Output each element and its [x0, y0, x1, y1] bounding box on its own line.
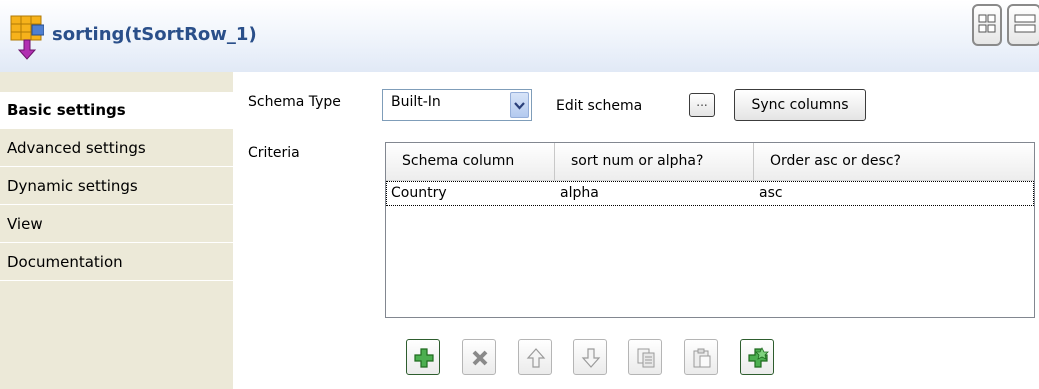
sidebar-item-view[interactable]: View: [0, 206, 233, 243]
vertical-layout-button[interactable]: [1007, 4, 1039, 46]
chevron-down-icon[interactable]: [510, 92, 529, 118]
sidebar-item-dynamic-settings[interactable]: Dynamic settings: [0, 168, 233, 205]
paste-button[interactable]: [684, 339, 718, 375]
add-icon: [414, 348, 434, 368]
settings-sidebar: Basic settings Advanced settings Dynamic…: [0, 72, 233, 389]
schema-type-select[interactable]: Built-In: [382, 89, 532, 121]
move-down-button[interactable]: [573, 339, 607, 375]
delete-row-button[interactable]: [462, 339, 496, 375]
copy-button[interactable]: [628, 339, 662, 375]
grid-layout-icon: [978, 14, 996, 33]
list-layout-icon: [1014, 14, 1036, 33]
delete-icon: [472, 350, 488, 366]
cell-order[interactable]: asc: [755, 182, 1033, 205]
move-down-icon: [581, 348, 601, 368]
table-row[interactable]: Country alpha asc: [386, 181, 1034, 206]
sync-columns-button[interactable]: Sync columns: [734, 89, 866, 121]
schema-type-label: Schema Type: [248, 94, 341, 110]
schema-type-value: Built-In: [391, 94, 441, 110]
sidebar-item-documentation[interactable]: Documentation: [0, 244, 233, 281]
sidebar-item-basic-settings[interactable]: Basic settings: [0, 92, 233, 129]
column-header-sort-type[interactable]: sort num or alpha?: [555, 143, 754, 180]
component-title: sorting(tSortRow_1): [52, 24, 257, 45]
sidebar-item-advanced-settings[interactable]: Advanced settings: [0, 130, 233, 167]
criteria-table[interactable]: Schema column sort num or alpha? Order a…: [385, 142, 1035, 318]
criteria-label: Criteria: [248, 145, 300, 161]
add-all-icon: [748, 347, 769, 368]
paste-icon: [693, 348, 711, 368]
add-all-button[interactable]: [740, 339, 774, 375]
cell-sort-type[interactable]: alpha: [556, 182, 755, 205]
edit-schema-button[interactable]: ...: [689, 93, 715, 117]
component-title-bar: sorting(tSortRow_1): [0, 0, 1039, 72]
cell-schema-column[interactable]: Country: [387, 182, 556, 205]
add-row-button[interactable]: [406, 339, 440, 375]
move-up-icon: [526, 348, 546, 368]
column-header-schema-column[interactable]: Schema column: [386, 143, 555, 180]
sort-row-component-icon: [10, 15, 44, 60]
horizontal-layout-button[interactable]: [972, 4, 1002, 46]
copy-icon: [637, 348, 655, 368]
edit-schema-label: Edit schema: [556, 98, 643, 114]
move-up-button[interactable]: [518, 339, 552, 375]
column-header-order[interactable]: Order asc or desc?: [754, 143, 1034, 180]
table-header: Schema column sort num or alpha? Order a…: [386, 143, 1034, 181]
